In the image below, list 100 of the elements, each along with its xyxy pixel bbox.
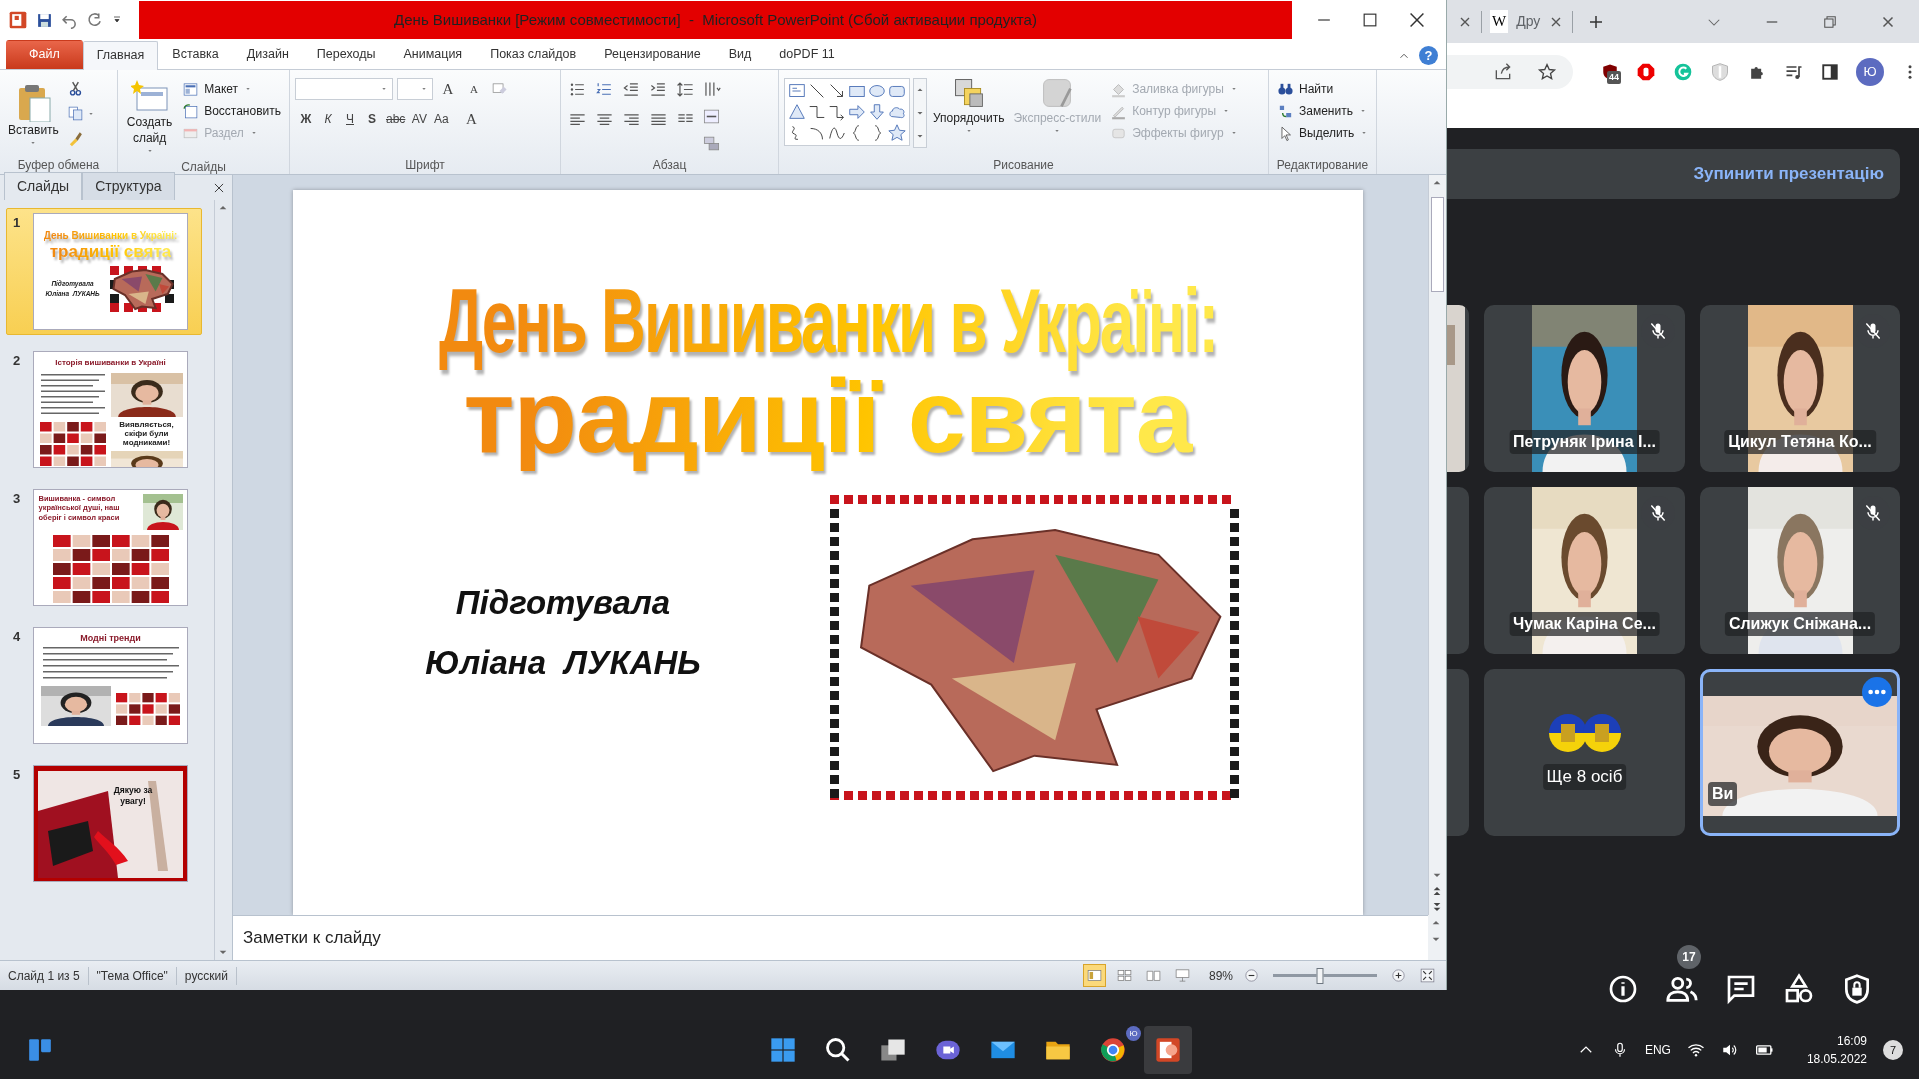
author-name: Юліана ЛУКАНЬ: [425, 642, 701, 683]
font-size-button[interactable]: A: [437, 78, 459, 100]
ribbon-tab[interactable]: doPDF 11: [765, 40, 849, 69]
scrollbar[interactable]: [1428, 915, 1446, 960]
scrollbar[interactable]: [1428, 175, 1446, 915]
slide-list-item[interactable]: 5 Дякую за увагу!: [6, 760, 202, 887]
slider-thumb[interactable]: [1316, 967, 1323, 984]
format-button[interactable]: S: [361, 108, 383, 130]
start-icon[interactable]: [769, 1035, 797, 1064]
browser-icon[interactable]: [1099, 1035, 1127, 1064]
hand-stop-icon[interactable]: [1636, 61, 1656, 82]
ribbon-tab[interactable]: Переходы: [302, 40, 390, 69]
activities-icon[interactable]: [1783, 973, 1815, 1005]
zoom-in-icon[interactable]: [1390, 967, 1407, 984]
search-icon[interactable]: [824, 1035, 852, 1064]
theme-name: "Тема Office": [88, 966, 177, 985]
slide-number: 4: [13, 628, 22, 646]
mic-off-icon: [1863, 503, 1883, 523]
more-options-button[interactable]: [1862, 677, 1892, 707]
format-button[interactable]: A: [460, 108, 483, 130]
window-title: День Вишиванки [Режим совместимости] - Microsoft PowerPoint (Сбой активации продукта): [394, 9, 1037, 30]
text-direction-icon[interactable]: [702, 80, 721, 99]
ribbon-button[interactable]: Вставить: [5, 82, 62, 156]
ribbon-tab[interactable]: Вид: [714, 40, 766, 69]
ribbon-button[interactable]: Восстановить: [179, 100, 284, 122]
slide-title: Модні тренди: [80, 632, 141, 645]
close-icon[interactable]: [212, 181, 226, 195]
caption-text: Виявляється, скіфи були модниками!: [118, 421, 175, 448]
decrease-indent-icon[interactable]: [622, 80, 641, 99]
participant-tile[interactable]: Петруняк Ірина І...: [1484, 305, 1685, 472]
participant-name: Петруняк Ірина І...: [1509, 430, 1660, 454]
save-icon[interactable]: [36, 11, 53, 29]
notification-count[interactable]: 7: [1883, 1039, 1903, 1060]
format-button[interactable]: Ж: [295, 108, 317, 130]
slide-sorter-icon[interactable]: [1115, 967, 1133, 984]
share-icon[interactable]: [1493, 61, 1513, 82]
participant-tile[interactable]: Чумак Каріна Се...: [1484, 487, 1685, 654]
font-size-button[interactable]: A: [463, 78, 485, 100]
ribbon-button[interactable]: Упорядочить: [930, 74, 1008, 156]
presentation-app-icon[interactable]: [1154, 1035, 1182, 1064]
participant-tile[interactable]: Цикул Тетяна Ко...: [1700, 305, 1900, 472]
format-button[interactable]: abc: [383, 108, 409, 130]
ribbon-tab[interactable]: Рецензирование: [590, 40, 715, 69]
ribbon-tab[interactable]: Анимация: [389, 40, 477, 69]
profile-avatar[interactable]: Ю: [1856, 57, 1884, 86]
ribbon-button[interactable]: Выделить: [1274, 122, 1373, 144]
active-app-button[interactable]: [1144, 1025, 1192, 1074]
browser-tab[interactable]: W Дру: [1482, 10, 1574, 33]
format-button[interactable]: Ч: [339, 108, 361, 130]
stop-presenting-button[interactable]: Зупинити презентацію: [1447, 149, 1900, 199]
widgets-icon[interactable]: [27, 1036, 53, 1063]
file-tab[interactable]: Файл: [6, 40, 83, 69]
star-icon[interactable]: [1537, 61, 1557, 82]
clock-date[interactable]: 18.05.2022: [1806, 1049, 1867, 1068]
ribbon-tab[interactable]: Дизайн: [232, 40, 303, 69]
ribbon-tab[interactable]: Вставка: [158, 40, 233, 69]
font-field[interactable]: [295, 78, 393, 100]
participant-tile[interactable]: Ви: [1700, 669, 1900, 836]
help-button[interactable]: ?: [1419, 46, 1438, 65]
participant-count: 17: [1677, 945, 1701, 969]
copy-icon[interactable]: [66, 105, 84, 122]
language-indicator[interactable]: ENG: [1644, 1040, 1671, 1059]
scroll-thumb[interactable]: [1431, 197, 1444, 292]
smartart-icon[interactable]: [702, 134, 721, 153]
group-label: Рисование: [992, 157, 1055, 174]
ribbon-tab[interactable]: Показ слайдов: [476, 40, 591, 69]
ribbon-button[interactable]: Создать слайд: [123, 74, 177, 159]
ribbon-button[interactable]: Найти: [1274, 78, 1373, 100]
format-button[interactable]: К: [317, 108, 339, 130]
slideshow-icon[interactable]: [1173, 967, 1191, 984]
fit-icon[interactable]: [1419, 967, 1436, 984]
side-panel-icon[interactable]: [1821, 62, 1839, 81]
ribbon-button[interactable]: Макет: [179, 78, 284, 100]
pane-tab[interactable]: Слайды: [4, 172, 83, 200]
participant-tile[interactable]: Слижук Сніжана...: [1700, 487, 1900, 654]
app-logo-icon[interactable]: [8, 10, 28, 30]
tab-title: Дру: [1516, 12, 1541, 31]
participant-tile[interactable]: Ще 8 осіб: [1484, 669, 1685, 836]
ribbon-tab[interactable]: Главная: [82, 41, 159, 70]
chat-icon[interactable]: [1725, 973, 1757, 1005]
zoom-level[interactable]: 89%: [1208, 966, 1233, 985]
pane-tab[interactable]: Структура: [82, 172, 175, 200]
format-button[interactable]: Aa: [430, 108, 453, 130]
mic-off-icon: [1648, 503, 1668, 523]
clock-time[interactable]: 16:09: [1836, 1031, 1867, 1050]
group-label: Шрифт: [404, 157, 446, 174]
format-button[interactable]: AV: [408, 108, 431, 130]
align-text-icon[interactable]: [702, 107, 721, 126]
address-bar[interactable]: [1447, 54, 1573, 89]
line-spacing-icon[interactable]: [676, 80, 695, 99]
ribbon-button[interactable]: Заменить: [1274, 100, 1373, 122]
info-icon[interactable]: [1607, 973, 1639, 1005]
font-size-field[interactable]: [397, 78, 433, 100]
slide-list-item[interactable]: 2 Історія вишиванки в Україні Виявляється, скіфи були модниками!: [6, 346, 202, 473]
notes-field[interactable]: Заметки к слайду: [233, 915, 1428, 960]
slide-list-item[interactable]: 4 Модні тренди: [6, 622, 202, 749]
shapes-gallery[interactable]: [784, 78, 910, 146]
increase-indent-icon[interactable]: [649, 80, 668, 99]
redo-icon[interactable]: [86, 11, 103, 29]
slide-title: День Вишиванки в Україні:: [43, 228, 178, 243]
